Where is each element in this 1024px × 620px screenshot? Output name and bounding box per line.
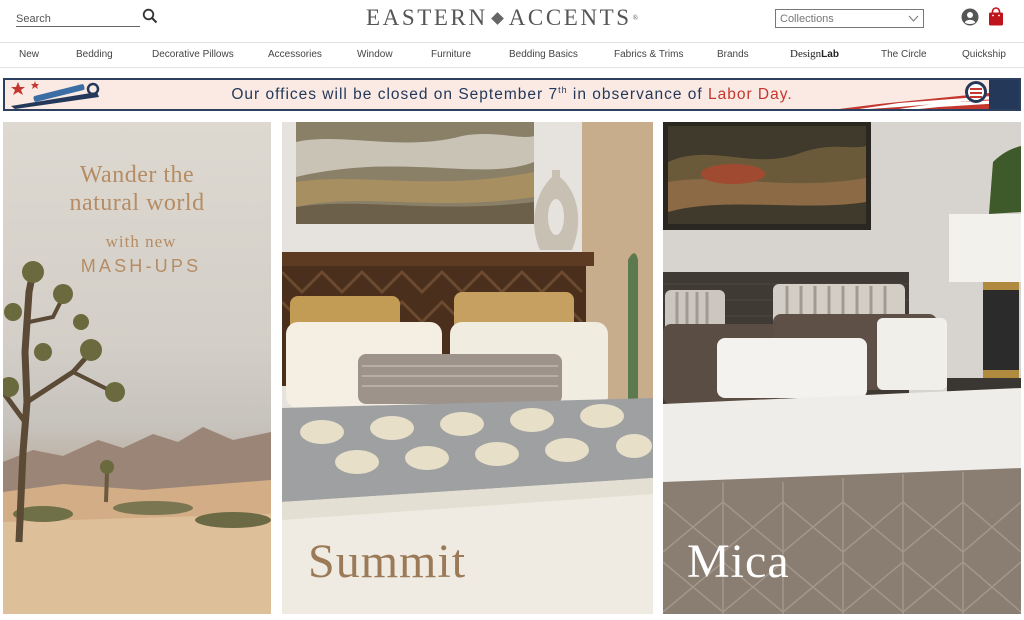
nav-item-new[interactable]: New	[19, 49, 39, 60]
search-field[interactable]	[16, 9, 140, 27]
nav-item-fabrics-trims[interactable]: Fabrics & Trims	[614, 49, 683, 60]
nav-item-bedding[interactable]: Bedding	[76, 49, 113, 60]
designlab-text-b: Lab	[821, 49, 839, 60]
mica-title: Mica	[687, 535, 790, 588]
logo-word-eastern: EASTERN	[366, 5, 488, 30]
logo-word-accents: ACCENTS	[508, 5, 632, 30]
nav-item-window[interactable]: Window	[357, 49, 393, 60]
announcement-banner[interactable]: Our offices will be closed on September …	[3, 78, 1021, 111]
collections-label: Collections	[780, 13, 834, 25]
nav-item-bedding-basics[interactable]: Bedding Basics	[509, 49, 578, 60]
summit-title: Summit	[308, 535, 467, 588]
nav-item-furniture[interactable]: Furniture	[431, 49, 471, 60]
nav-item-the-circle[interactable]: The Circle	[881, 49, 927, 60]
banner-text-b: in observance of	[567, 86, 708, 104]
designlab-text-a: Design	[790, 48, 822, 60]
flag-graphic-icon	[839, 80, 1019, 109]
account-icon[interactable]	[961, 8, 979, 26]
nav-item-decorative-pillows[interactable]: Decorative Pillows	[152, 49, 234, 60]
wander-subline: with new	[105, 232, 177, 251]
banner-text-a: Our offices will be closed on September …	[231, 86, 559, 104]
banner-highlight: Labor Day.	[707, 86, 793, 104]
shopping-bag-icon[interactable]	[988, 7, 1004, 26]
logo-registered-mark: ®	[632, 14, 639, 22]
nav-item-accessories[interactable]: Accessories	[268, 49, 322, 60]
logo-diamond-icon	[490, 11, 504, 25]
collections-select[interactable]: Collections	[775, 9, 924, 28]
banner-text-sup: th	[558, 85, 568, 95]
nav-item-designlab[interactable]: DesignLab	[790, 48, 839, 60]
search-icon[interactable]	[142, 8, 158, 24]
nav-item-quickship[interactable]: Quickship	[962, 49, 1006, 60]
wander-headline-line2: natural world	[69, 190, 205, 216]
promo-panel-mica[interactable]: Mica	[663, 122, 1021, 614]
promo-panel-mash-ups[interactable]: Wander the natural world with new MASH-U…	[3, 122, 271, 614]
nav-item-brands[interactable]: Brands	[717, 49, 749, 60]
site-header: EASTERN ACCENTS ® Collections	[0, 0, 1024, 42]
chevron-down-icon	[908, 15, 919, 22]
search-input[interactable]	[16, 12, 134, 25]
wander-mashups: MASH-UPS	[80, 256, 202, 276]
main-navigation: New Bedding Decorative Pillows Accessori…	[0, 42, 1024, 68]
site-logo[interactable]: EASTERN ACCENTS ®	[366, 4, 638, 32]
promo-panel-summit[interactable]: Summit	[282, 122, 653, 614]
wander-headline-line1: Wander the	[79, 162, 195, 188]
